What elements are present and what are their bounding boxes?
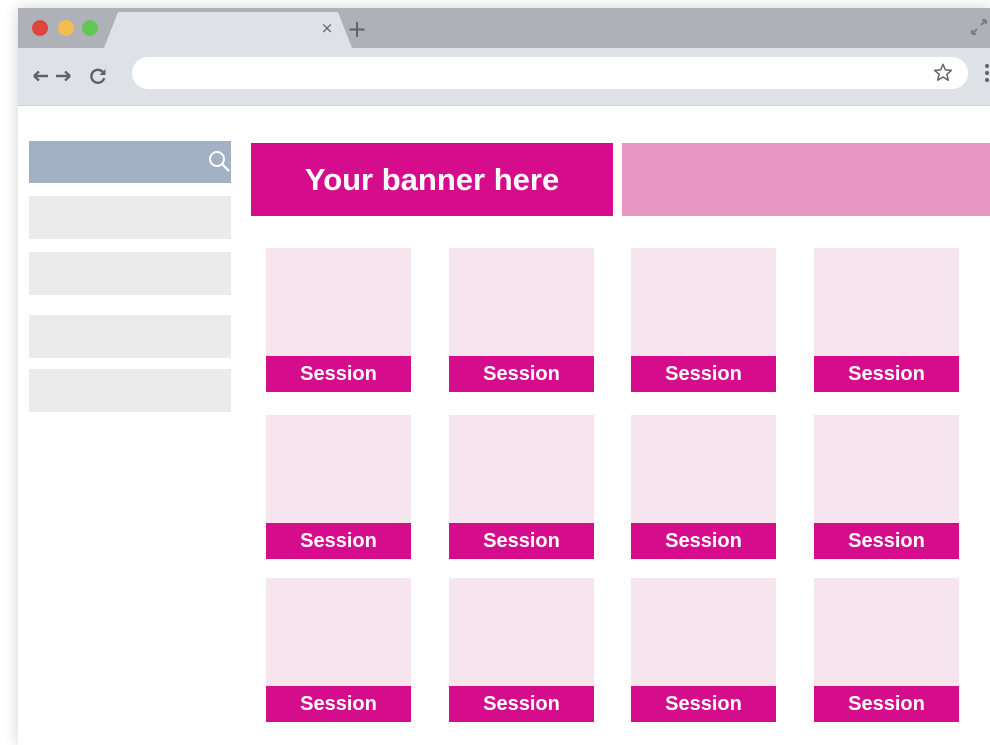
secondary-banner[interactable] — [622, 143, 990, 216]
session-card[interactable]: Session — [449, 248, 594, 392]
browser-toolbar — [18, 48, 990, 106]
new-tab-icon[interactable]: + — [346, 17, 368, 41]
sidebar-item-4[interactable] — [29, 369, 231, 412]
search-icon[interactable] — [207, 149, 231, 173]
back-arrow-icon[interactable] — [32, 66, 50, 86]
session-label: Session — [814, 523, 959, 559]
session-card[interactable]: Session — [266, 415, 411, 559]
session-label: Session — [449, 523, 594, 559]
sidebar-item-3[interactable] — [29, 315, 231, 358]
session-label: Session — [814, 356, 959, 392]
session-label: Session — [266, 356, 411, 392]
active-tab[interactable] — [104, 12, 352, 48]
search-input[interactable] — [29, 141, 199, 183]
session-label: Session — [631, 523, 776, 559]
session-card[interactable]: Session — [631, 248, 776, 392]
browser-window: × + Your banner here Session Session Ses… — [18, 8, 990, 745]
primary-banner[interactable]: Your banner here — [251, 143, 613, 216]
sidebar-item-1[interactable] — [29, 196, 231, 239]
session-card[interactable]: Session — [266, 248, 411, 392]
session-label: Session — [814, 686, 959, 722]
address-bar[interactable] — [132, 57, 968, 89]
page-content: Your banner here Session Session Session… — [18, 106, 990, 745]
session-card[interactable]: Session — [449, 415, 594, 559]
session-card[interactable]: Session — [814, 415, 959, 559]
sidebar-item-2[interactable] — [29, 252, 231, 295]
maximize-window-button[interactable] — [82, 20, 98, 36]
session-label: Session — [631, 356, 776, 392]
kebab-menu-icon[interactable] — [984, 63, 990, 83]
star-icon[interactable] — [932, 62, 954, 84]
session-label: Session — [449, 356, 594, 392]
sidebar-search[interactable] — [29, 141, 231, 183]
close-window-button[interactable] — [32, 20, 48, 36]
tab-close-icon[interactable]: × — [320, 21, 334, 36]
minimize-window-button[interactable] — [58, 20, 74, 36]
session-card[interactable]: Session — [814, 248, 959, 392]
forward-arrow-icon[interactable] — [54, 66, 72, 86]
session-card[interactable]: Session — [814, 578, 959, 722]
session-card[interactable]: Session — [266, 578, 411, 722]
session-card[interactable]: Session — [449, 578, 594, 722]
session-card[interactable]: Session — [631, 578, 776, 722]
tab-strip: × + — [18, 8, 990, 48]
session-label: Session — [266, 523, 411, 559]
reload-icon[interactable] — [88, 66, 108, 86]
session-label: Session — [266, 686, 411, 722]
session-label: Session — [449, 686, 594, 722]
expand-icon[interactable] — [970, 18, 988, 36]
session-card[interactable]: Session — [631, 415, 776, 559]
session-label: Session — [631, 686, 776, 722]
address-input[interactable] — [132, 57, 926, 89]
